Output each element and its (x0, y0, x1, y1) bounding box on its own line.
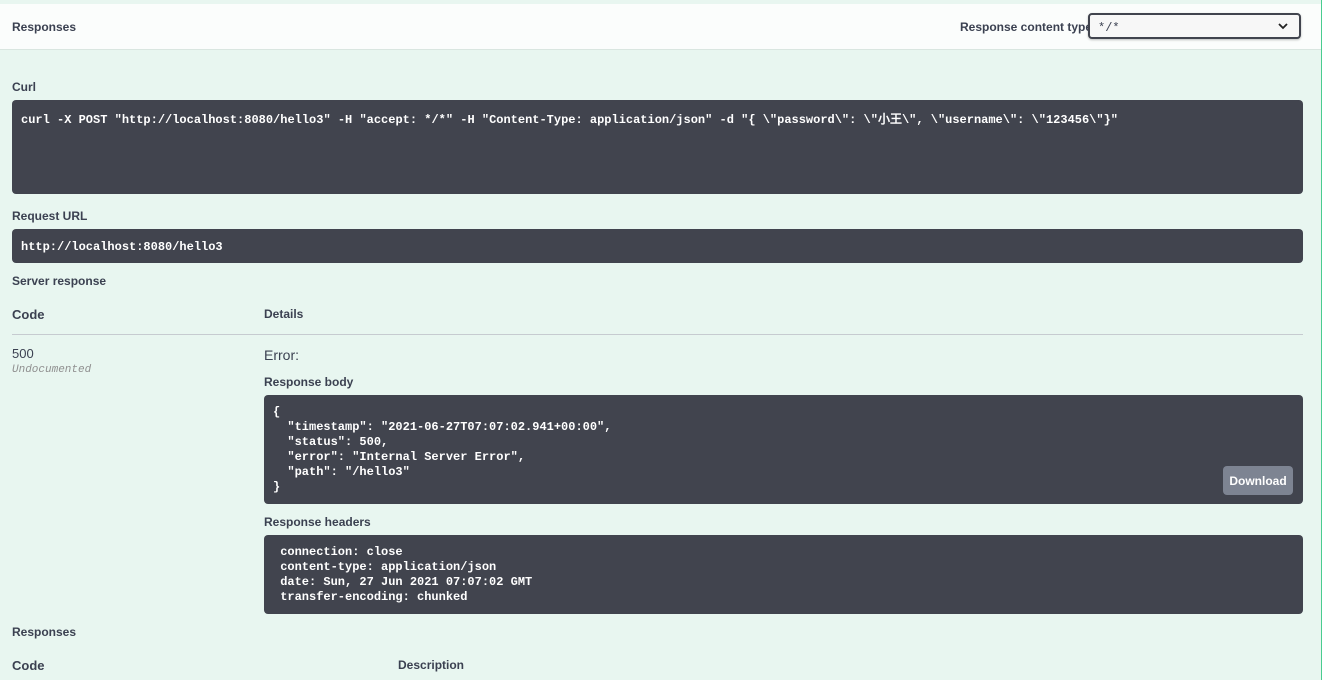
response-content-type-label: Response content type (960, 20, 1093, 34)
response-content-type-value: */* (1098, 21, 1120, 35)
curl-command-block[interactable]: curl -X POST "http://localhost:8080/hell… (12, 100, 1303, 194)
request-url-value: http://localhost:8080/hello3 (21, 240, 223, 254)
curl-label: Curl (12, 80, 36, 94)
error-label: Error: (264, 347, 299, 363)
details-column-header: Details (264, 307, 304, 321)
page-scrollbar[interactable] (1322, 0, 1334, 680)
footer-code-header: Code (12, 658, 45, 673)
operation-panel: Responses Response content type */* Curl… (0, 0, 1322, 680)
response-headers-block[interactable]: connection: close content-type: applicat… (264, 535, 1303, 614)
response-code: 500 (12, 346, 34, 361)
server-response-label: Server response (12, 274, 107, 288)
request-url-block[interactable]: http://localhost:8080/hello3 (12, 229, 1303, 263)
header-divider (12, 334, 1303, 335)
code-column-header: Code (12, 307, 45, 322)
response-headers-text: connection: close content-type: applicat… (280, 545, 533, 604)
response-headers-label: Response headers (264, 515, 371, 529)
chevron-down-icon (1278, 23, 1288, 30)
curl-command-text: curl -X POST "http://localhost:8080/hell… (21, 113, 1118, 127)
download-button[interactable]: Download (1223, 466, 1293, 495)
response-code-note: Undocumented (12, 364, 92, 376)
response-body-label: Response body (264, 375, 354, 389)
responses-title: Responses (12, 20, 77, 34)
request-url-label: Request URL (12, 209, 88, 223)
responses-footer-title: Responses (12, 625, 77, 639)
response-body-block[interactable]: { "timestamp": "2021-06-27T07:07:02.941+… (264, 395, 1303, 504)
footer-description-header: Description (398, 658, 465, 672)
response-content-type-select[interactable]: */* (1088, 13, 1301, 39)
response-body-text: { "timestamp": "2021-06-27T07:07:02.941+… (273, 405, 612, 494)
